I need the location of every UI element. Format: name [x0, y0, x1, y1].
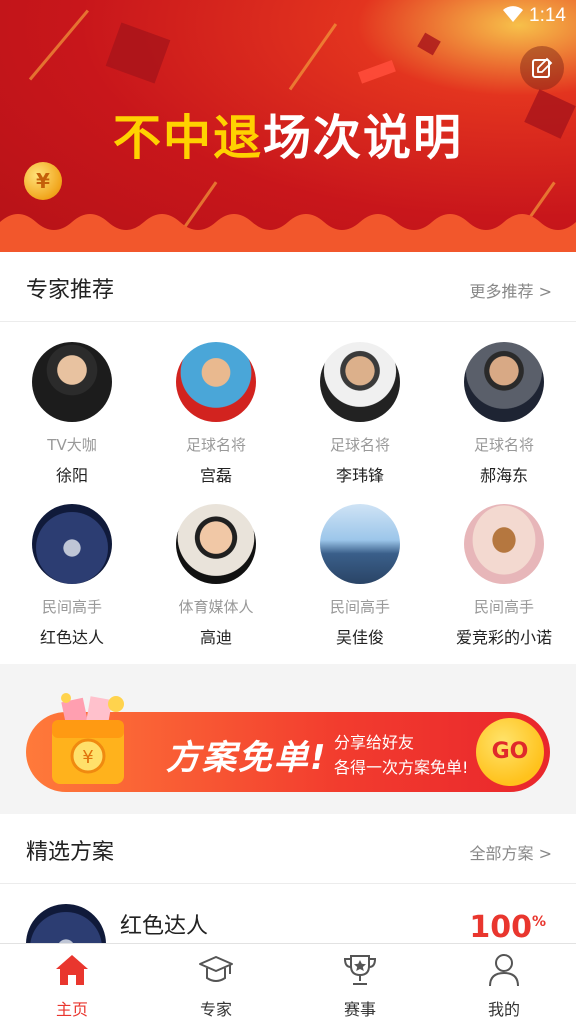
expert-name: 徐阳 [55, 466, 88, 485]
plans-title: 精选方案 [26, 840, 115, 865]
plan-item[interactable]: 红色达人 100% [0, 884, 576, 943]
tab-experts[interactable]: 专家 [144, 944, 288, 1024]
tab-label: 赛事 [343, 1000, 376, 1019]
tab-matches[interactable]: 赛事 [288, 944, 432, 1024]
tab-mine[interactable]: 我的 [432, 944, 576, 1024]
avatar [32, 504, 112, 584]
expert-name: 爱竞彩的小诺 [455, 628, 552, 647]
tab-label: 专家 [199, 1000, 232, 1019]
tab-label: 我的 [487, 1000, 520, 1019]
expert-card[interactable]: 足球名将 郝海东 [432, 342, 576, 502]
all-plans-link[interactable]: 全部方案 > [470, 840, 553, 864]
expert-card[interactable]: 民间高手 爱竞彩的小诺 [432, 504, 576, 664]
tab-label: 主页 [55, 1000, 88, 1019]
expert-card[interactable]: 足球名将 宫磊 [144, 342, 288, 502]
avatar [176, 504, 256, 584]
expert-tag: TV大咖 [47, 436, 97, 454]
wallet-icon: ¥ [52, 693, 124, 784]
plan-hit-rate-value: 100 [469, 910, 532, 943]
experts-header: 专家推荐 更多推荐 > [0, 252, 576, 322]
expert-card[interactable]: 民间高手 红色达人 [0, 504, 144, 664]
banner-title-highlight: 不中退 [112, 110, 263, 166]
avatar [320, 342, 400, 422]
expert-tag: 民间高手 [329, 598, 390, 616]
banner-wave [0, 214, 576, 252]
expert-tag: 体育媒体人 [178, 598, 254, 616]
expert-tag: 民间高手 [473, 598, 534, 616]
expert-tag: 足球名将 [185, 436, 246, 454]
expert-name: 吴佳俊 [335, 628, 384, 647]
expert-name: 郝海东 [479, 466, 528, 485]
avatar [320, 504, 400, 584]
banner-title-rest: 场次说明 [263, 110, 464, 166]
promo-sub-text-2: 各得一次方案免单! [334, 758, 469, 777]
person-icon [489, 954, 519, 987]
expert-tag: 足球名将 [473, 436, 534, 454]
svg-text:¥: ¥ [82, 747, 93, 768]
more-experts-link[interactable]: 更多推荐 > [470, 278, 553, 302]
avatar [464, 342, 544, 422]
plans-section: 精选方案 全部方案 > 红色达人 100% [0, 814, 576, 943]
avatar [32, 342, 112, 422]
edit-icon [532, 57, 553, 78]
expert-name: 宫磊 [199, 466, 232, 485]
tab-home[interactable]: 主页 [0, 944, 144, 1024]
edit-button[interactable] [520, 46, 564, 90]
avatar [26, 904, 106, 943]
expert-tag: 民间高手 [41, 598, 102, 616]
status-bar: 1:14 [0, 0, 576, 32]
expert-card[interactable]: 足球名将 李玮锋 [288, 342, 432, 502]
plan-hit-rate: 100% [469, 910, 546, 943]
decor-stripe [288, 23, 338, 91]
experts-section: 专家推荐 更多推荐 > TV大咖 徐阳 足球名将 宫磊 足球名将 李玮锋 足球名… [0, 252, 576, 664]
avatar [176, 342, 256, 422]
promo-sub-text-1: 分享给好友 [334, 733, 415, 752]
bottom-tab-bar: 主页 专家 赛事 我的 [0, 943, 576, 1024]
expert-card[interactable]: 体育媒体人 高迪 [144, 504, 288, 664]
expert-name: 李玮锋 [335, 466, 384, 485]
status-time: 1:14 [529, 5, 566, 26]
trophy-icon [343, 955, 377, 985]
plan-expert-name: 红色达人 [120, 914, 209, 939]
experts-title: 专家推荐 [26, 278, 115, 303]
promo-main-text: 方案免单! [166, 738, 328, 778]
decor-cube [417, 32, 441, 56]
wifi-icon [503, 6, 523, 22]
go-button[interactable]: GO [476, 718, 544, 786]
expert-tag: 足球名将 [329, 436, 390, 454]
expert-card[interactable]: 民间高手 吴佳俊 [288, 504, 432, 664]
experts-grid: TV大咖 徐阳 足球名将 宫磊 足球名将 李玮锋 足球名将 郝海东 民间高手 红… [0, 322, 576, 665]
decor-stripe [357, 60, 396, 84]
coin-icon: ¥ [24, 162, 62, 200]
plan-hit-rate-unit: % [531, 914, 546, 930]
plans-header: 精选方案 全部方案 > [0, 814, 576, 884]
app-screen: 1:14 不中退场次说明 ¥ 专家推荐 更多推荐 > TV大咖 徐阳 足球名将 … [0, 0, 576, 1024]
graduation-cap-icon [199, 956, 233, 982]
avatar [464, 504, 544, 584]
banner-title: 不中退场次说明 [0, 98, 576, 168]
expert-name: 高迪 [199, 628, 232, 647]
expert-name: 红色达人 [39, 628, 104, 647]
home-icon [56, 955, 88, 985]
banner[interactable]: 1:14 不中退场次说明 ¥ [0, 0, 576, 252]
expert-card[interactable]: TV大咖 徐阳 [0, 342, 144, 502]
